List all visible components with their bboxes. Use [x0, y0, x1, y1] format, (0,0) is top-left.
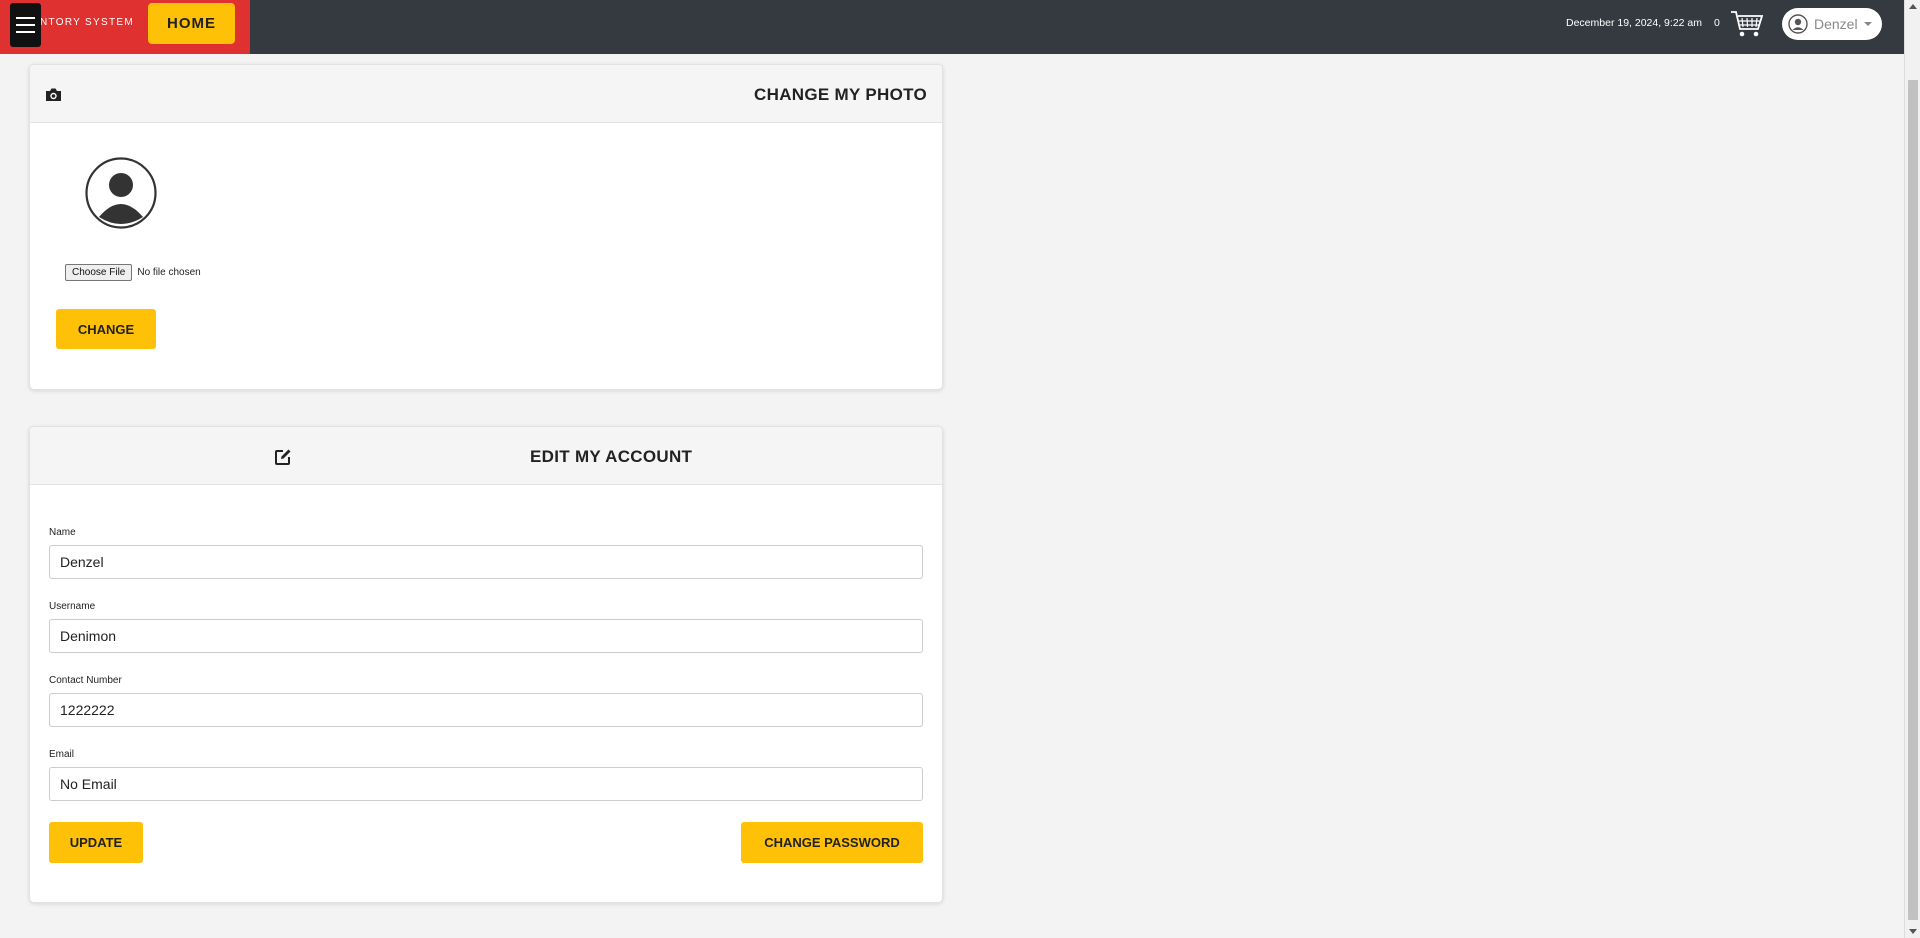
- top-navbar: NTORY SYSTEM HOME December 19, 2024, 9:2…: [0, 0, 1904, 54]
- user-name: Denzel: [1814, 16, 1858, 32]
- avatar-icon: [85, 157, 157, 229]
- choose-file-button[interactable]: Choose File: [65, 264, 133, 281]
- scroll-down-icon[interactable]: [1909, 929, 1917, 934]
- change-photo-button[interactable]: CHANGE: [56, 309, 156, 349]
- change-photo-header: CHANGE MY PHOTO: [30, 65, 942, 123]
- change-password-button[interactable]: CHANGE PASSWORD: [741, 822, 923, 863]
- update-button[interactable]: UPDATE: [49, 822, 143, 863]
- contact-number-label: Contact Number: [49, 675, 122, 686]
- cart-icon[interactable]: [1730, 9, 1764, 39]
- username-label: Username: [49, 601, 96, 612]
- username-field[interactable]: [49, 619, 923, 653]
- camera-icon: [46, 88, 61, 101]
- page-scrollbar[interactable]: [1904, 0, 1920, 938]
- chevron-down-icon: [1863, 22, 1872, 26]
- name-field[interactable]: [49, 545, 923, 579]
- edit-account-title: EDIT MY ACCOUNT: [530, 447, 693, 466]
- cart-count: 0: [1714, 17, 1720, 29]
- change-photo-title: CHANGE MY PHOTO: [754, 85, 927, 104]
- scroll-thumb[interactable]: [1908, 80, 1918, 920]
- menu-icon[interactable]: [10, 3, 41, 47]
- brand-title: NTORY SYSTEM: [40, 17, 134, 28]
- file-picker: Choose File No file chosen: [65, 264, 201, 281]
- file-status-text: No file chosen: [137, 267, 201, 278]
- user-menu-button[interactable]: Denzel: [1782, 8, 1882, 40]
- edit-account-header: EDIT MY ACCOUNT: [30, 427, 942, 485]
- scroll-up-icon[interactable]: [1909, 4, 1917, 9]
- name-label: Name: [49, 527, 76, 538]
- edit-account-panel: EDIT MY ACCOUNT Name Username Contact Nu…: [29, 426, 943, 903]
- user-icon: [1788, 14, 1808, 34]
- email-field[interactable]: [49, 767, 923, 801]
- home-button[interactable]: HOME: [148, 3, 235, 44]
- email-label: Email: [49, 749, 75, 760]
- change-photo-panel: CHANGE MY PHOTO Choose File No file chos…: [29, 64, 943, 390]
- edit-icon: [275, 449, 291, 465]
- brand-area: NTORY SYSTEM HOME: [0, 0, 250, 54]
- current-datetime: December 19, 2024, 9:22 am: [1566, 17, 1702, 29]
- contact-number-field[interactable]: [49, 693, 923, 727]
